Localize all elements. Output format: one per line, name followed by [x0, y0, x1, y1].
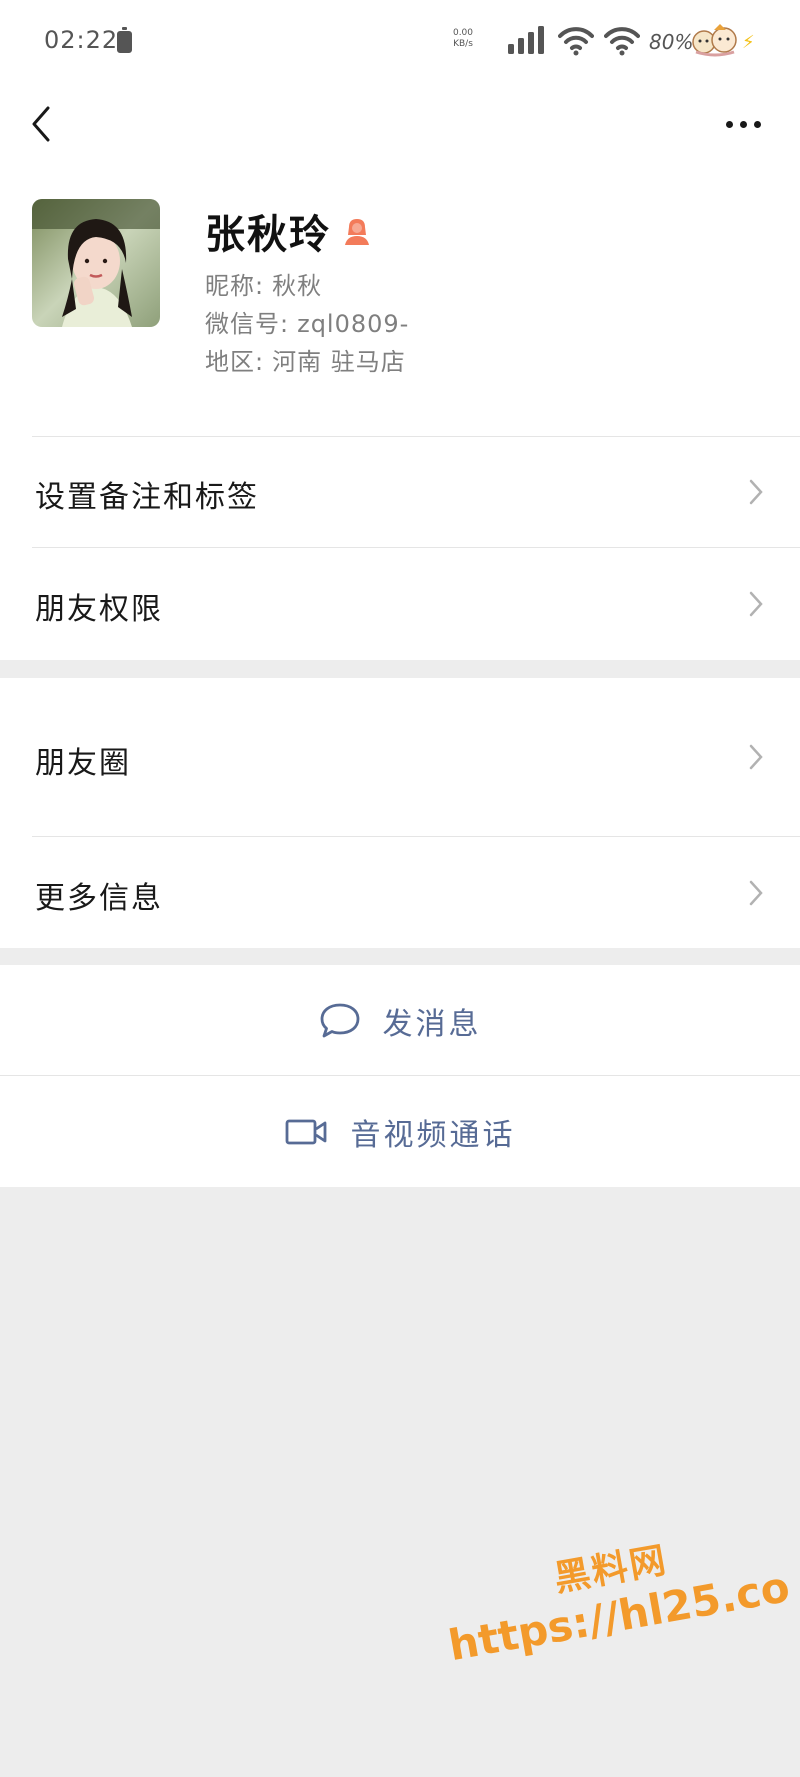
watermark: 黑料网 https://hl25.co [436, 1511, 793, 1670]
status-time: 02:22 [44, 26, 119, 54]
menu-item-label: 朋友权限 [35, 592, 163, 627]
wechat-id-value: zql0809- [297, 310, 410, 338]
menu-item-more-info[interactable]: 更多信息 [0, 837, 800, 948]
back-button[interactable] [24, 98, 64, 150]
more-button[interactable] [718, 104, 768, 144]
menu-item-remarks-tags[interactable]: 设置备注和标签 [0, 436, 800, 547]
network-speed: 0.00 KB/s [452, 28, 474, 49]
more-dot [739, 120, 747, 128]
video-call-button[interactable]: 音视频通话 [0, 1076, 800, 1187]
region-value: 河南 驻马店 [272, 348, 406, 376]
wifi-icon [604, 27, 640, 56]
wifi-icon [558, 27, 594, 56]
contact-name: 张秋玲 [205, 212, 331, 258]
battery-percent: 80% [649, 30, 694, 54]
video-camera-icon [285, 1119, 326, 1144]
more-dot [753, 120, 761, 128]
menu-item-label: 更多信息 [35, 881, 163, 916]
avatar-photo [32, 199, 160, 327]
video-call-label: 音视频通话 [350, 1117, 516, 1153]
send-message-button[interactable]: 发消息 [0, 965, 800, 1076]
menu-item-moments[interactable]: 朋友圈 [0, 678, 800, 836]
region-line: 地区: 河南 驻马店 [205, 342, 406, 377]
cartoon-sticker-icon [692, 24, 737, 57]
action-group: 发消息 音视频通话 [0, 965, 800, 1187]
send-message-label: 发消息 [382, 1006, 482, 1042]
more-dot [725, 120, 733, 128]
name-row: 张秋玲 [205, 202, 373, 260]
menu-item-label: 设置备注和标签 [35, 480, 259, 515]
menu-group-1: 设置备注和标签 朋友权限 [0, 436, 800, 660]
charging-bolt-icon: ⚡ [742, 32, 755, 53]
chevron-right-icon [749, 479, 763, 505]
signal-icon [508, 26, 544, 54]
wechat-id-label: 微信号: [205, 310, 290, 338]
profile-card: 张秋玲 昵称: 秋秋 微信号: zql0809- 地区: 河南 驻马店 [0, 164, 800, 436]
chevron-left-icon [32, 106, 50, 142]
nickname-line: 昵称: 秋秋 [205, 266, 322, 301]
menu-group-2: 朋友圈 更多信息 [0, 678, 800, 948]
avatar[interactable] [32, 199, 160, 327]
nav-bar [0, 84, 800, 164]
region-label: 地区: [205, 348, 265, 376]
chevron-right-icon [749, 591, 763, 617]
nickname-value: 秋秋 [272, 272, 323, 300]
status-bar: 02:22 0.00 KB/s 80% ⚡ [0, 0, 800, 84]
nickname-label: 昵称: [205, 272, 265, 300]
battery-saver-icon [117, 27, 132, 53]
female-icon [345, 219, 369, 245]
chevron-right-icon [749, 744, 763, 770]
chevron-right-icon [749, 880, 763, 906]
menu-item-friend-permissions[interactable]: 朋友权限 [0, 548, 800, 660]
wechat-id-line: 微信号: zql0809- [205, 304, 409, 339]
chat-bubble-icon [320, 1003, 359, 1037]
menu-item-label: 朋友圈 [35, 746, 131, 781]
